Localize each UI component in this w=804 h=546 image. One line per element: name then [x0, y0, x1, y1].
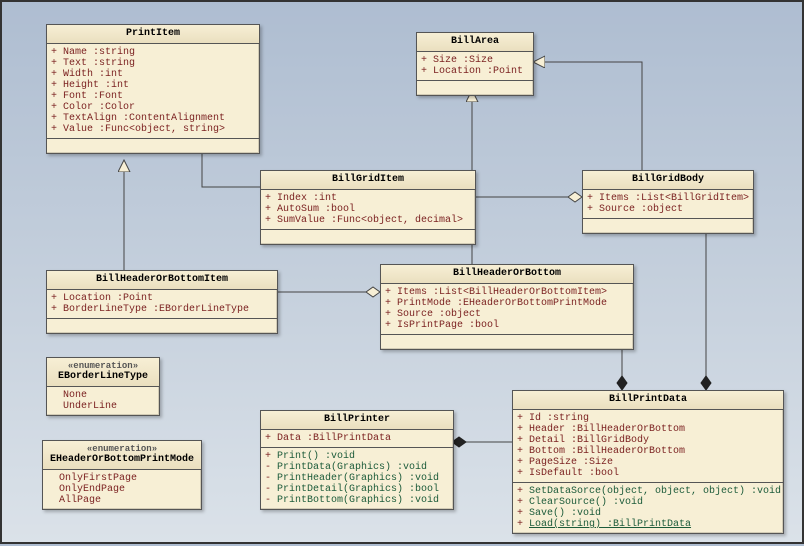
class-title: BillHeaderOrBottom — [381, 265, 633, 284]
class-attrs: +Items :List<BillGridItem> +Source :obje… — [583, 190, 753, 219]
class-title: «enumeration» EHeaderOrBottomPrintMode — [43, 441, 201, 470]
class-ops: +Print() :void -PrintData(Graphics) :voi… — [261, 448, 453, 509]
enum-eborderlinetype: «enumeration» EBorderLineType None Under… — [46, 357, 160, 416]
class-attrs: +Name :string +Text :string +Width :int … — [47, 44, 259, 139]
enum-eheaderorbottomprintmode: «enumeration» EHeaderOrBottomPrintMode O… — [42, 440, 202, 510]
class-attrs: +Size :Size +Location :Point — [417, 52, 533, 81]
class-printitem: PrintItem +Name :string +Text :string +W… — [46, 24, 260, 154]
class-attrs: +Items :List<BillHeaderOrBottomItem> +Pr… — [381, 284, 633, 335]
class-title: BillGridItem — [261, 171, 475, 190]
class-billarea: BillArea +Size :Size +Location :Point — [416, 32, 534, 96]
class-billheaderorbottomitem: BillHeaderOrBottomItem +Location :Point … — [46, 270, 278, 334]
class-title: «enumeration» EBorderLineType — [47, 358, 159, 387]
class-title: PrintItem — [47, 25, 259, 44]
class-title: BillHeaderOrBottomItem — [47, 271, 277, 290]
class-title: BillPrinter — [261, 411, 453, 430]
class-ops: +SetDataSorce(object, object, object) :v… — [513, 483, 783, 533]
class-billgridbody: BillGridBody +Items :List<BillGridItem> … — [582, 170, 754, 234]
enum-literals: None UnderLine — [47, 387, 159, 415]
class-billprinter: BillPrinter +Data :BillPrintData +Print(… — [260, 410, 454, 510]
class-attrs: +Location :Point +BorderLineType :EBorde… — [47, 290, 277, 319]
class-title: BillGridBody — [583, 171, 753, 190]
class-attrs: +Index :int +AutoSum :bool +SumValue :Fu… — [261, 190, 475, 230]
class-title: BillArea — [417, 33, 533, 52]
class-attrs: +Id :string +Header :BillHeaderOrBottom … — [513, 410, 783, 483]
class-title: BillPrintData — [513, 391, 783, 410]
class-billgriditem: BillGridItem +Index :int +AutoSum :bool … — [260, 170, 476, 245]
class-billheaderorbottom: BillHeaderOrBottom +Items :List<BillHead… — [380, 264, 634, 350]
class-attrs: +Data :BillPrintData — [261, 430, 453, 448]
enum-literals: OnlyFirstPage OnlyEndPage AllPage — [43, 470, 201, 509]
class-billprintdata: BillPrintData +Id :string +Header :BillH… — [512, 390, 784, 534]
